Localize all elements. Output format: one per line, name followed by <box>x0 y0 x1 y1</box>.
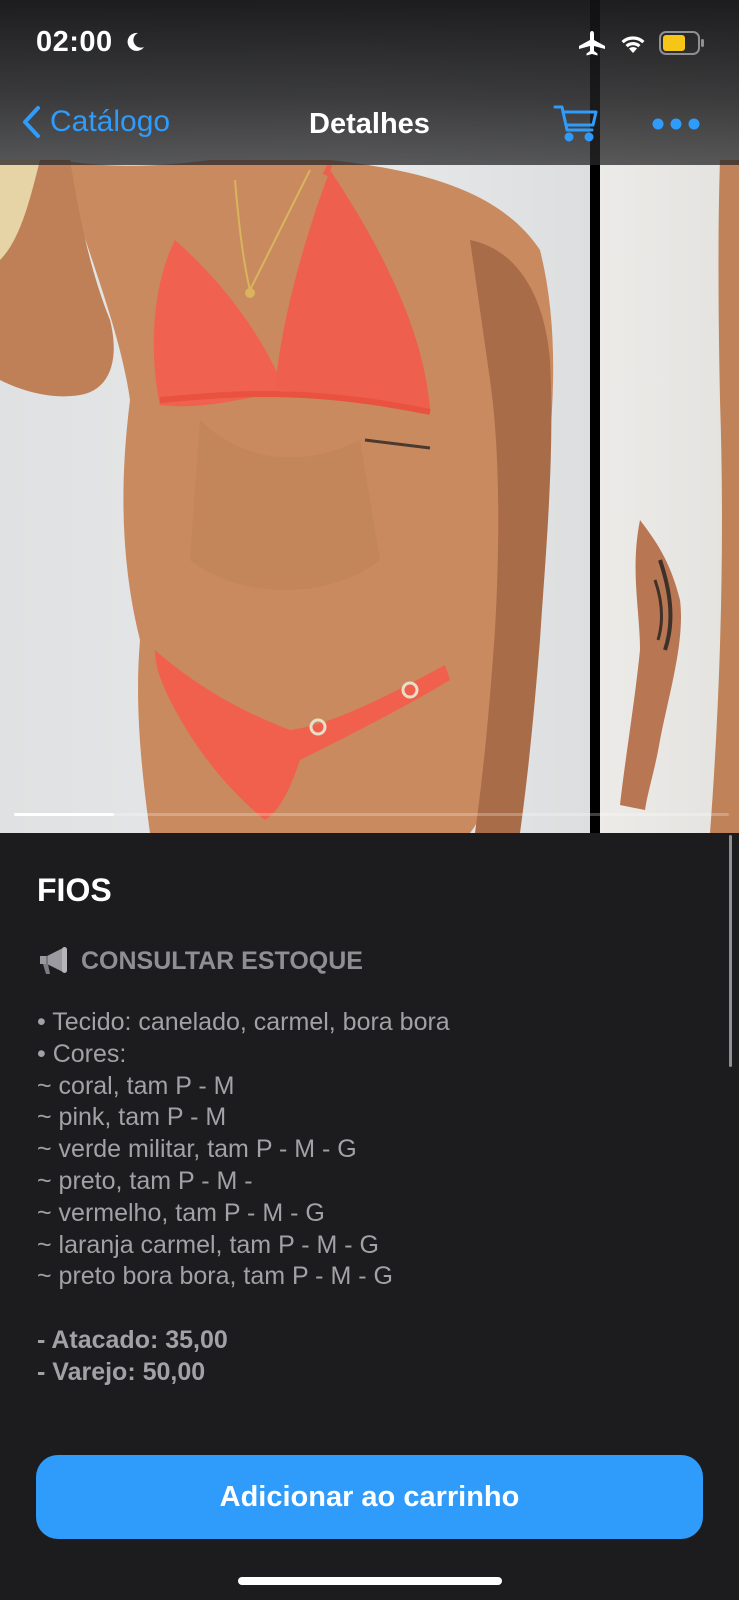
status-time: 02:00 <box>36 26 113 58</box>
description-line: ~ verde militar, tam P - M - G <box>37 1135 357 1164</box>
stock-line: CONSULTAR ESTOQUE <box>37 945 717 977</box>
description-line: ~ pink, tam P - M <box>37 1103 227 1132</box>
description-line: ~ laranja carmel, tam P - M - G <box>37 1230 379 1259</box>
status-icons <box>577 30 705 56</box>
price-retail: - Varejo: 50,00 <box>37 1357 206 1386</box>
home-indicator[interactable] <box>238 1577 502 1585</box>
gallery-page-indicator <box>14 813 729 816</box>
airplane-icon <box>579 31 605 56</box>
description-line: ~ vermelho, tam P - M - G <box>37 1198 325 1227</box>
product-description: • Tecido: canelado, carmel, bora bora • … <box>37 1007 717 1293</box>
description-line: ~ coral, tam P - M <box>37 1071 235 1100</box>
battery-icon <box>659 31 704 55</box>
description-line: ~ preto bora bora, tam P - M - G <box>37 1262 393 1291</box>
gallery-page-indicator-fill <box>14 813 115 816</box>
description-line: • Tecido: canelado, carmel, bora bora <box>37 1008 450 1036</box>
stock-label: CONSULTAR ESTOQUE <box>81 946 363 975</box>
add-to-cart-button[interactable]: Adicionar ao carrinho <box>36 1455 703 1539</box>
megaphone-icon <box>40 947 67 974</box>
cart-icon <box>553 105 598 142</box>
product-details: FIOS CONSULTAR ESTOQUE • Tecido: canelad… <box>37 872 717 1388</box>
product-title: FIOS <box>37 872 112 908</box>
page-title: Detalhes <box>309 108 430 140</box>
wifi-icon <box>621 36 645 53</box>
more-options-button[interactable] <box>652 114 700 134</box>
description-line: • Cores: <box>37 1039 127 1068</box>
product-prices: - Atacado: 35,00 - Varejo: 50,00 <box>37 1325 717 1388</box>
price-wholesale: - Atacado: 35,00 <box>37 1326 228 1355</box>
cart-button[interactable] <box>553 103 599 143</box>
scrollbar[interactable] <box>729 835 732 1067</box>
description-line: ~ preto, tam P - M - <box>37 1166 253 1195</box>
moon-icon <box>127 32 144 51</box>
ellipsis-icon <box>652 118 700 130</box>
